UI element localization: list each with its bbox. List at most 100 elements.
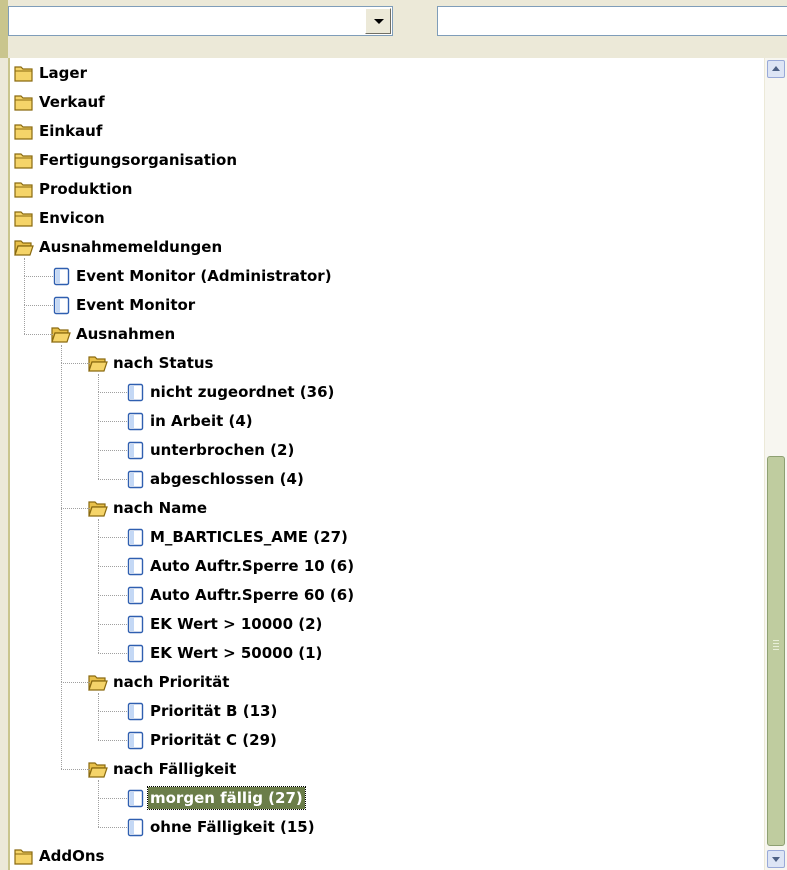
document-icon [125, 789, 145, 808]
tree-item-label: Priorität B (13) [150, 702, 278, 720]
tree-connector [98, 479, 127, 480]
tree-item-label: Auto Auftr.Sperre 10 (6) [150, 557, 355, 575]
tree-connector [98, 450, 99, 479]
grip-line [773, 649, 779, 650]
document-icon [125, 702, 145, 721]
tree-item-label: AddOns [39, 847, 105, 865]
tree-connector [24, 258, 25, 276]
tree-connector [24, 276, 53, 277]
document-icon [125, 644, 145, 663]
folder-open-icon [88, 499, 108, 518]
tree-item-label: in Arbeit (4) [150, 412, 253, 430]
tree-item-label: morgen fällig (27) [147, 786, 306, 810]
tree-item-label: Event Monitor [76, 296, 196, 314]
tree-connector [24, 334, 53, 335]
folder-closed-icon [14, 93, 34, 112]
tree-item-label: nicht zugeordnet (36) [150, 383, 335, 401]
navigation-tree[interactable]: Lager Verkauf Einkauf Fertigungsorganisatio… [10, 58, 765, 870]
category-combobox[interactable] [8, 6, 393, 36]
tree-item-label: Verkauf [39, 93, 105, 111]
scroll-thumb[interactable] [767, 456, 785, 846]
tree-connector [98, 421, 99, 450]
folder-closed-icon [14, 209, 34, 228]
document-icon [125, 528, 145, 547]
document-icon [125, 615, 145, 634]
tree-connector [61, 682, 90, 683]
tree-connector [98, 780, 99, 798]
document-icon [125, 557, 145, 576]
tree-connector [61, 682, 62, 769]
tree-item-label: unterbrochen (2) [150, 441, 295, 459]
tree-item-label: Einkauf [39, 122, 103, 140]
scroll-up-button[interactable] [767, 60, 785, 78]
tree-connector [61, 363, 62, 508]
folder-closed-icon [14, 151, 34, 170]
tree-connector [98, 711, 127, 712]
tree-connector [98, 653, 127, 654]
tree-connector [98, 392, 99, 421]
navigation-tree-panel: Lager Verkauf Einkauf Fertigungsorganisatio… [8, 58, 787, 870]
chevron-down-icon [374, 19, 384, 24]
tree-item-label: EK Wert > 10000 (2) [150, 615, 323, 633]
tree-connector [98, 537, 99, 566]
folder-closed-icon [14, 64, 34, 83]
tree-item-label: Event Monitor (Administrator) [76, 267, 332, 285]
tree-connector [98, 595, 127, 596]
tree-connector [61, 769, 90, 770]
tree-item-label: nach Priorität [113, 673, 230, 691]
tree-connector [98, 421, 127, 422]
tree-item-label: nach Name [113, 499, 208, 517]
vertical-scrollbar[interactable] [764, 58, 787, 870]
folder-closed-icon [14, 122, 34, 141]
document-icon [125, 412, 145, 431]
tree-item-label: Ausnahmen [76, 325, 176, 343]
scroll-down-button[interactable] [767, 850, 785, 868]
tree-item-label: ohne Fälligkeit (15) [150, 818, 315, 836]
folder-open-icon [88, 760, 108, 779]
tree-connector [98, 624, 99, 653]
tree-connector [98, 537, 127, 538]
folder-closed-icon [14, 180, 34, 199]
document-icon [125, 818, 145, 837]
tree-item-label: Fertigungsorganisation [39, 151, 238, 169]
tree-connector [61, 508, 62, 682]
tree-item-label: EK Wert > 50000 (1) [150, 644, 323, 662]
folder-open-icon [51, 325, 71, 344]
tree-connector [61, 345, 62, 363]
tree-connector [98, 740, 127, 741]
tree-connector [61, 363, 90, 364]
tree-connector [98, 624, 127, 625]
grip-line [773, 643, 779, 644]
document-icon [125, 586, 145, 605]
tree-item-label: Envicon [39, 209, 105, 227]
combobox-dropdown-button[interactable] [365, 8, 391, 34]
tree-connector [98, 519, 99, 537]
grip-line [773, 640, 779, 641]
search-input[interactable] [437, 6, 787, 36]
tree-connector [98, 566, 127, 567]
tree-connector [98, 450, 127, 451]
tree-item-label: nach Fälligkeit [113, 760, 237, 778]
tree-item-label: Lager [39, 64, 87, 82]
tree-connector [98, 798, 99, 827]
tree-item-label: nach Status [113, 354, 214, 372]
folder-open-icon [88, 673, 108, 692]
tree-connector [98, 693, 99, 711]
document-icon [125, 441, 145, 460]
tree-item-label: Auto Auftr.Sperre 60 (6) [150, 586, 355, 604]
document-icon [51, 267, 71, 286]
tree-connector [98, 827, 127, 828]
tree-connector [98, 392, 127, 393]
tree-item-label: Ausnahmemeldungen [39, 238, 223, 256]
grip-line [773, 646, 779, 647]
tree-connector [61, 508, 90, 509]
tree-item-label: Priorität C (29) [150, 731, 277, 749]
tree-item-label: abgeschlossen (4) [150, 470, 304, 488]
toolbar-edge [0, 0, 8, 58]
tree-connector [98, 798, 127, 799]
tree-connector [98, 566, 99, 595]
tree-connector [24, 305, 53, 306]
document-icon [125, 731, 145, 750]
document-icon [125, 470, 145, 489]
tree-connector [24, 276, 25, 305]
